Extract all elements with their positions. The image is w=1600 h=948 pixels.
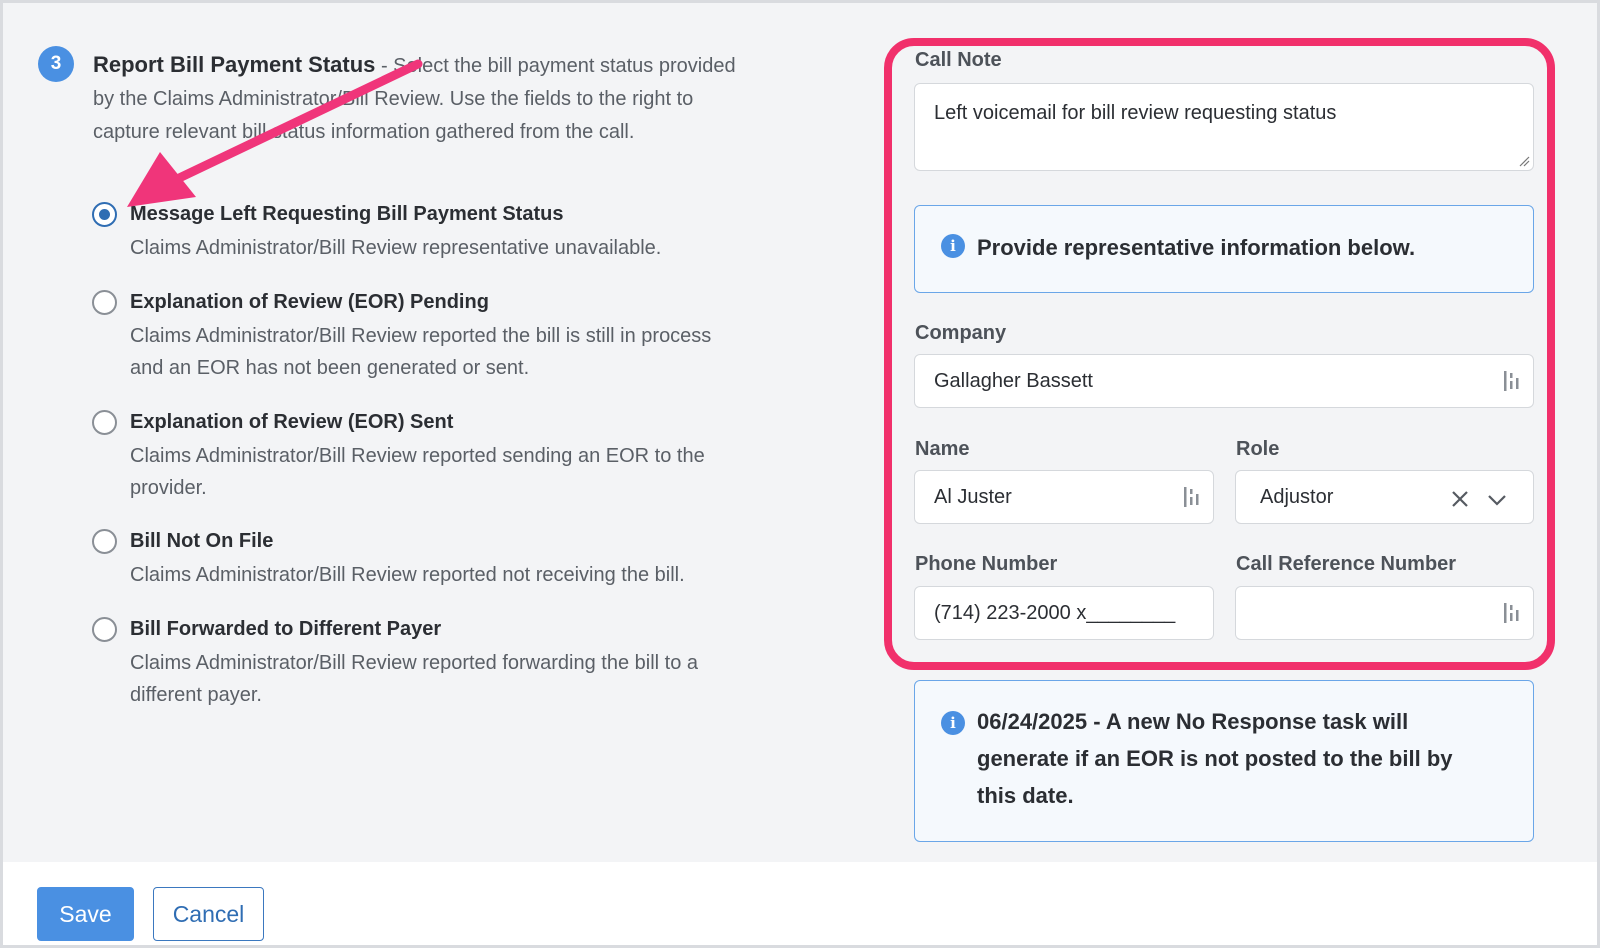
info-icon: i — [941, 711, 965, 735]
step-title: Report Bill Payment Status — [93, 52, 376, 77]
option-description: Claims Administrator/Bill Review reporte… — [130, 652, 699, 706]
option-label[interactable]: Bill Forwarded to Different Payer — [130, 614, 441, 644]
radio-button[interactable] — [92, 529, 117, 554]
radio-button[interactable] — [92, 410, 117, 435]
option-label[interactable]: Bill Not On File — [130, 526, 273, 556]
save-button[interactable]: Save — [37, 887, 134, 941]
option-description: Claims Administrator/Bill Review reporte… — [130, 564, 685, 586]
option-description: Claims Administrator/Bill Review reporte… — [130, 445, 705, 499]
option-label[interactable]: Explanation of Review (EOR) Sent — [130, 407, 453, 437]
step-instructions: Report Bill Payment Status - Select the … — [93, 48, 743, 149]
cancel-button[interactable]: Cancel — [153, 887, 264, 941]
option-description: Claims Administrator/Bill Review reporte… — [130, 325, 712, 379]
option-description: Claims Administrator/Bill Review represe… — [130, 237, 662, 259]
radio-button[interactable] — [92, 290, 117, 315]
radio-button[interactable] — [92, 617, 117, 642]
no-response-notice: i 06/24/2025 - A new No Response task wi… — [914, 680, 1534, 842]
option-label[interactable]: Explanation of Review (EOR) Pending — [130, 287, 489, 317]
notice-text: 06/24/2025 - A new No Response task will… — [977, 709, 1453, 808]
radio-button-checked[interactable] — [92, 202, 117, 227]
option-label[interactable]: Message Left Requesting Bill Payment Sta… — [130, 199, 563, 229]
step-number-badge: 3 — [38, 46, 74, 82]
annotation-highlight-box — [884, 38, 1555, 670]
